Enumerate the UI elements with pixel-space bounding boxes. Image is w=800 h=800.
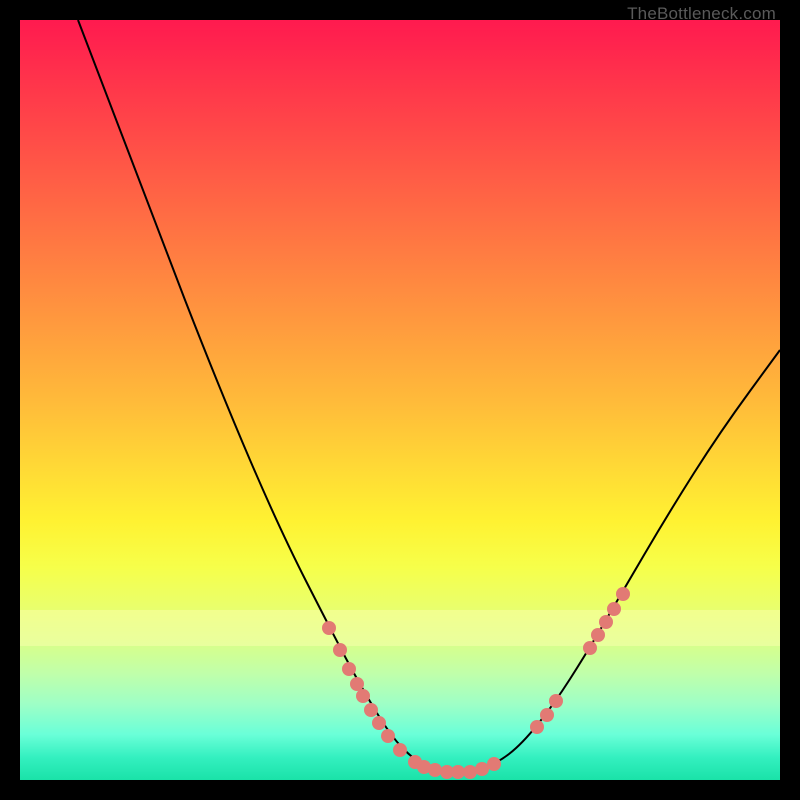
curve-dot — [393, 743, 407, 757]
curve-dot — [475, 762, 489, 776]
curve-dot — [487, 757, 501, 771]
curve-dot — [599, 615, 613, 629]
curve-dot — [342, 662, 356, 676]
curve-dot — [364, 703, 378, 717]
dot-layer — [322, 587, 630, 779]
curve-dot — [322, 621, 336, 635]
curve-dot — [540, 708, 554, 722]
curve-dot — [607, 602, 621, 616]
bottleneck-curve — [78, 20, 780, 772]
curve-dot — [616, 587, 630, 601]
bottleneck-curve-svg — [20, 20, 780, 780]
curve-dot — [350, 677, 364, 691]
curve-dot — [591, 628, 605, 642]
curve-dot — [428, 763, 442, 777]
curve-dot — [381, 729, 395, 743]
curve-dot — [333, 643, 347, 657]
curve-dot — [451, 765, 465, 779]
curve-dot — [530, 720, 544, 734]
curve-dot — [549, 694, 563, 708]
curve-dot — [372, 716, 386, 730]
curve-dot — [356, 689, 370, 703]
curve-dot — [463, 765, 477, 779]
curve-dot — [583, 641, 597, 655]
